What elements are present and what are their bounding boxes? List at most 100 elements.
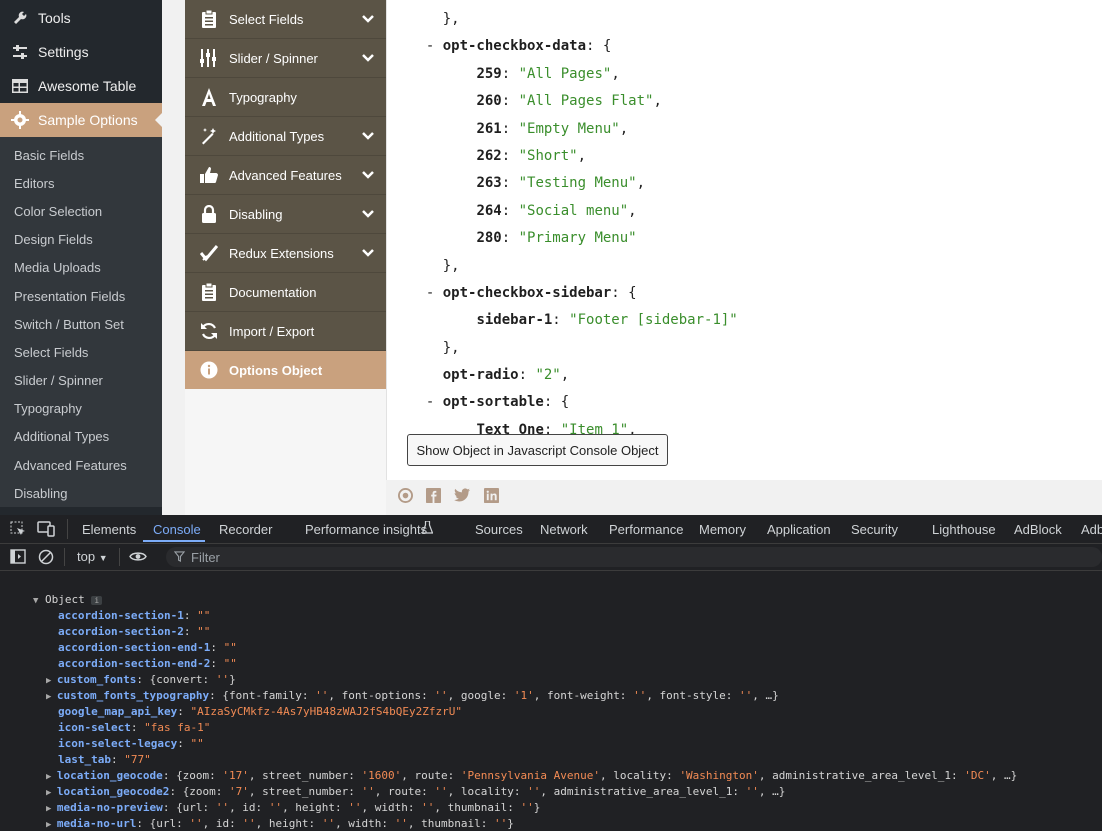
menu-settings[interactable]: Settings bbox=[0, 35, 162, 69]
redux-nav-item-select-fields[interactable]: Select Fields bbox=[185, 0, 386, 39]
tab-overflow[interactable]: Adb bbox=[1081, 522, 1102, 537]
expand-triangle-icon[interactable]: ▶ bbox=[46, 820, 57, 830]
property-colon: : bbox=[210, 657, 224, 670]
console-property[interactable]: ▶ location_geocode: {zoom: '17', street_… bbox=[46, 769, 1017, 782]
tab-lighthouse[interactable]: Lighthouse bbox=[932, 522, 996, 537]
submenu-item[interactable]: Disabling bbox=[0, 479, 162, 507]
submenu-item[interactable]: Media Uploads bbox=[0, 254, 162, 282]
redux-nav-item-typography[interactable]: Typography bbox=[185, 78, 386, 117]
console-property: icon-select-legacy: "" bbox=[58, 737, 204, 750]
code-string: "All Pages Flat" bbox=[518, 93, 654, 110]
submenu-item[interactable]: Additional Types bbox=[0, 423, 162, 451]
submenu-item[interactable]: Select Fields bbox=[0, 338, 162, 366]
redux-nav-label: Disabling bbox=[229, 206, 283, 222]
device-toolbar-icon[interactable] bbox=[37, 521, 55, 540]
submenu-item[interactable]: Color Selection bbox=[0, 197, 162, 225]
submenu-item[interactable]: Slider / Spinner bbox=[0, 367, 162, 395]
console-object-header[interactable]: ▼ Object i bbox=[33, 593, 103, 606]
redux-nav-item-import-export[interactable]: Import / Export bbox=[185, 312, 386, 351]
filter-input[interactable]: Filter bbox=[166, 547, 1102, 567]
redux-icon[interactable] bbox=[398, 487, 413, 508]
clear-console-icon[interactable] bbox=[38, 549, 54, 568]
linkedin-icon[interactable] bbox=[484, 487, 499, 508]
console-property[interactable]: ▶ custom_fonts_typography: {font-family:… bbox=[46, 689, 779, 702]
expand-triangle-icon[interactable]: ▶ bbox=[46, 692, 57, 702]
menu-tools[interactable]: Tools bbox=[0, 1, 162, 35]
chevron-down-icon[interactable] bbox=[362, 168, 374, 183]
submenu-item[interactable]: Basic Fields bbox=[0, 141, 162, 169]
value-text: , locality: bbox=[599, 769, 680, 782]
tab-recorder[interactable]: Recorder bbox=[219, 522, 272, 537]
tab-network[interactable]: Network bbox=[540, 522, 588, 537]
code-punct: : { bbox=[543, 394, 570, 411]
submenu-item[interactable]: Design Fields bbox=[0, 226, 162, 254]
console-property[interactable]: ▶ custom_fonts: {convert: ''} bbox=[46, 673, 236, 686]
submenu-item[interactable]: Advanced Features bbox=[0, 451, 162, 479]
submenu-item[interactable]: Switch / Button Set bbox=[0, 310, 162, 338]
code-line: 264: "Social menu", bbox=[409, 198, 738, 225]
code-colon: : bbox=[518, 367, 536, 384]
console-property[interactable]: ▶ media-no-preview: {url: '', id: '', he… bbox=[46, 801, 540, 814]
property-colon: : bbox=[183, 609, 198, 622]
tab-performance-insights[interactable]: Performance insights bbox=[305, 522, 427, 537]
facebook-icon[interactable] bbox=[426, 487, 441, 508]
code-punct: , bbox=[619, 120, 629, 137]
tab-application[interactable]: Application bbox=[767, 522, 831, 537]
tab-performance[interactable]: Performance bbox=[609, 522, 683, 537]
menu-sample-options[interactable]: Sample Options bbox=[0, 103, 163, 137]
redux-nav-item-redux-extensions[interactable]: Redux Extensions bbox=[185, 234, 386, 273]
submenu-item[interactable]: Presentation Fields bbox=[0, 282, 162, 310]
property-value: "" bbox=[190, 737, 203, 750]
tab-elements[interactable]: Elements bbox=[82, 522, 136, 537]
menu-awesome-table[interactable]: Awesome Table bbox=[0, 69, 162, 103]
redux-nav-item-documentation[interactable]: Documentation bbox=[185, 273, 386, 312]
expand-triangle-icon[interactable]: ▶ bbox=[46, 676, 57, 686]
redux-nav-item-advanced-features[interactable]: Advanced Features bbox=[185, 156, 386, 195]
code-punct: , bbox=[560, 367, 570, 384]
code-punct: , bbox=[628, 202, 637, 219]
submenu-item[interactable]: Editors bbox=[0, 169, 162, 197]
inspect-element-icon[interactable] bbox=[10, 521, 26, 540]
chevron-down-icon[interactable] bbox=[362, 246, 374, 261]
expand-triangle-icon[interactable]: ▼ bbox=[33, 596, 38, 606]
show-object-console-button[interactable]: Show Object in Javascript Console Object bbox=[407, 434, 668, 466]
chevron-down-icon[interactable] bbox=[362, 12, 374, 27]
value-string: '' bbox=[434, 785, 448, 798]
twitter-icon[interactable] bbox=[454, 488, 471, 507]
tab-console[interactable]: Console bbox=[153, 522, 201, 537]
sidebar-toggle-icon[interactable] bbox=[10, 549, 26, 567]
redux-nav-item-slider-spinner[interactable]: Slider / Spinner bbox=[185, 39, 386, 78]
redux-nav-item-disabling[interactable]: Disabling bbox=[185, 195, 386, 234]
value-string: '17' bbox=[222, 769, 249, 782]
filter-placeholder: Filter bbox=[191, 549, 220, 565]
chevron-down-icon[interactable] bbox=[362, 129, 374, 144]
eye-icon[interactable] bbox=[129, 550, 147, 566]
code-line: - opt-checkbox-sidebar: { bbox=[409, 280, 738, 307]
code-punct: , bbox=[451, 11, 460, 27]
code-indent: - bbox=[409, 394, 443, 411]
tab-memory[interactable]: Memory bbox=[699, 522, 746, 537]
code-colon: : bbox=[501, 230, 519, 247]
property-value: {url: '', id: '', height: '', width: '',… bbox=[150, 817, 514, 830]
value-text: , height: bbox=[255, 817, 322, 830]
code-colon: : bbox=[501, 93, 519, 110]
tab-sources[interactable]: Sources bbox=[475, 522, 523, 537]
redux-nav-item-additional-types[interactable]: Additional Types bbox=[185, 117, 386, 156]
redux-nav-item-options-object[interactable]: Options Object bbox=[185, 351, 386, 389]
property-value: "77" bbox=[124, 753, 151, 766]
code-punct: , bbox=[636, 175, 646, 192]
chevron-down-icon[interactable] bbox=[362, 51, 374, 66]
chevron-down-icon[interactable] bbox=[362, 207, 374, 222]
expand-triangle-icon[interactable]: ▶ bbox=[46, 772, 57, 782]
console-property[interactable]: ▶ media-no-url: {url: '', id: '', height… bbox=[46, 817, 514, 830]
expand-triangle-icon[interactable]: ▶ bbox=[46, 788, 57, 798]
check-icon bbox=[197, 244, 221, 262]
tab-security[interactable]: Security bbox=[851, 522, 898, 537]
expand-triangle-icon[interactable]: ▶ bbox=[46, 804, 57, 814]
tab-adblock[interactable]: AdBlock bbox=[1014, 522, 1062, 537]
submenu-item[interactable]: Typography bbox=[0, 395, 162, 423]
context-selector[interactable]: top ▼ bbox=[77, 549, 108, 564]
value-string: '' bbox=[421, 801, 435, 814]
console-property[interactable]: ▶ location_geocode2: {zoom: '7', street_… bbox=[46, 785, 785, 798]
